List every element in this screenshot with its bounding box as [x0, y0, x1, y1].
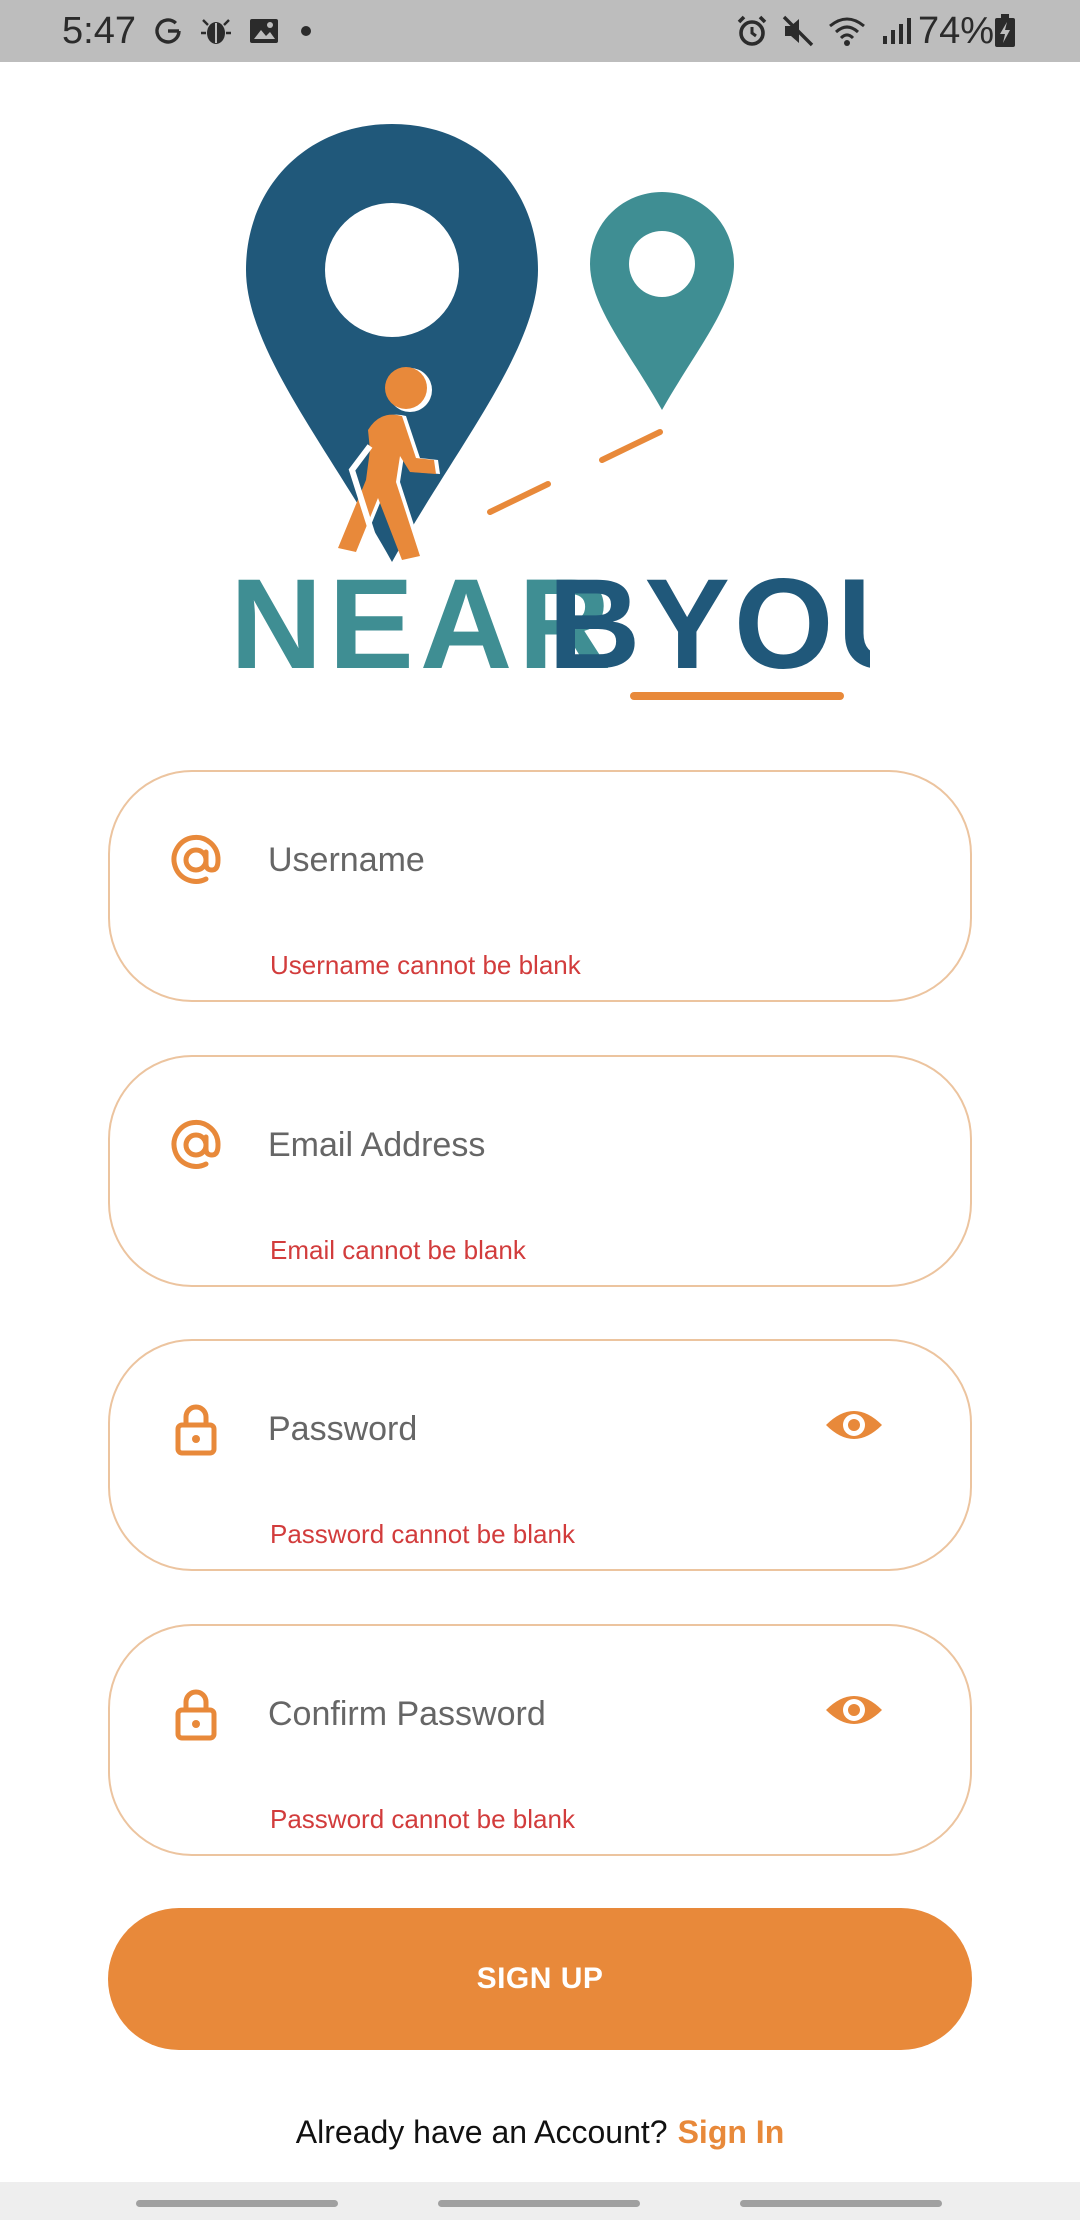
email-field[interactable]: Email cannot be blank	[108, 1055, 972, 1287]
nav-home-handle[interactable]	[438, 2200, 640, 2207]
username-error: Username cannot be blank	[270, 950, 581, 980]
nav-back-handle[interactable]	[740, 2200, 942, 2207]
map-pin-small	[590, 192, 734, 410]
google-icon	[155, 18, 181, 44]
password-field[interactable]: Password cannot be blank	[108, 1339, 972, 1571]
confirm-password-error: Password cannot be blank	[270, 1804, 575, 1834]
app-logo-wordmark: NEAR BYOU	[230, 560, 870, 700]
lock-icon	[175, 1404, 217, 1456]
eye-icon[interactable]	[824, 1403, 884, 1447]
logo-underline	[630, 692, 844, 700]
dot-icon	[301, 26, 311, 36]
wifi-icon	[829, 17, 865, 46]
eye-icon[interactable]	[824, 1688, 884, 1732]
bug-icon	[201, 19, 231, 44]
email-input[interactable]	[268, 1113, 828, 1177]
confirm-password-input[interactable]	[268, 1682, 828, 1746]
nav-recent-handle[interactable]	[136, 2200, 338, 2207]
sign-in-link[interactable]: Sign In	[678, 2114, 785, 2150]
password-input[interactable]	[268, 1397, 828, 1461]
at-icon	[171, 834, 221, 884]
email-error: Email cannot be blank	[270, 1235, 526, 1265]
image-icon	[250, 19, 278, 43]
at-icon	[171, 1119, 221, 1169]
sign-up-button[interactable]: SIGN UP	[108, 1908, 972, 2050]
sign-in-prompt-text: Already have an Account?	[295, 2114, 668, 2150]
battery-percentage: 74%	[918, 10, 995, 52]
battery-icon	[995, 14, 1015, 47]
username-input[interactable]	[268, 828, 828, 892]
status-left-icons	[152, 8, 316, 54]
status-bar: 5:47 74%	[0, 0, 1080, 62]
lock-icon	[175, 1689, 217, 1741]
username-field[interactable]: Username cannot be blank	[108, 770, 972, 1002]
password-error: Password cannot be blank	[270, 1519, 575, 1549]
signal-icon	[883, 18, 911, 44]
confirm-password-field[interactable]: Password cannot be blank	[108, 1624, 972, 1856]
sign-in-prompt: Already have an Account? Sign In	[0, 2114, 1080, 2151]
mute-icon	[782, 15, 814, 47]
status-right-icons	[735, 8, 913, 54]
status-time: 5:47	[62, 10, 136, 52]
alarm-icon	[737, 15, 767, 46]
logo-word-byou: BYOU	[548, 560, 870, 696]
system-navigation-bar	[0, 2182, 1080, 2220]
